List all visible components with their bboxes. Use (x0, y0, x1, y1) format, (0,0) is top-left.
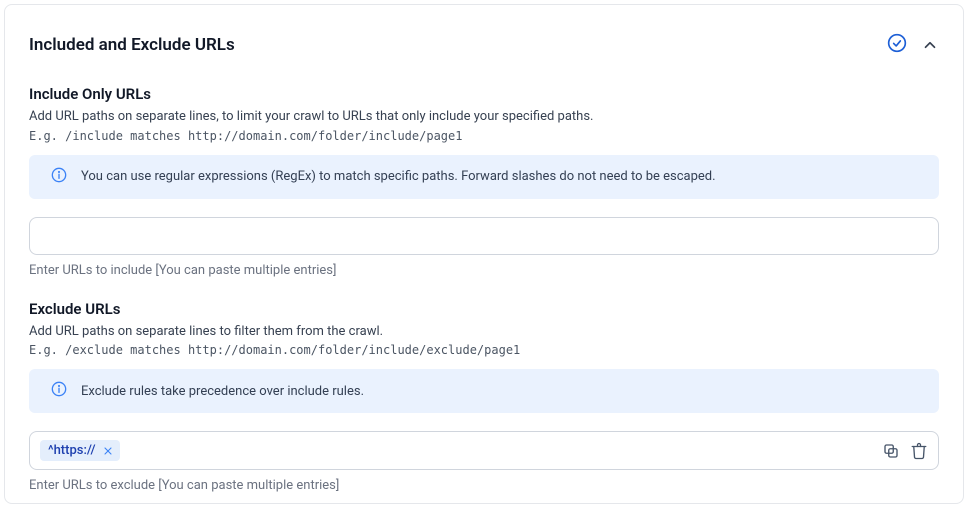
exclude-info-box: Exclude rules take precedence over inclu… (29, 369, 939, 413)
exclude-row-actions (882, 442, 928, 460)
info-icon (51, 167, 67, 187)
exclude-info-text: Exclude rules take precedence over inclu… (81, 384, 364, 399)
chip-label: ^https:// (48, 443, 96, 458)
exclude-section: Exclude URLs Add URL paths on separate l… (29, 300, 939, 494)
exclude-input[interactable] (128, 443, 874, 458)
delete-button[interactable] (910, 442, 928, 460)
include-info-box: You can use regular expressions (RegEx) … (29, 155, 939, 199)
include-info-text: You can use regular expressions (RegEx) … (81, 169, 716, 184)
panel-header: Included and Exclude URLs (29, 33, 939, 57)
exclude-input-row[interactable]: ^https:// (29, 431, 939, 470)
exclude-desc: Add URL paths on separate lines to filte… (29, 322, 939, 342)
exclude-chip[interactable]: ^https:// (40, 440, 120, 461)
include-title: Include Only URLs (29, 85, 939, 103)
exclude-helper: Enter URLs to exclude [You can paste mul… (29, 478, 939, 493)
include-helper: Enter URLs to include [You can paste mul… (29, 263, 939, 278)
collapse-toggle[interactable] (921, 36, 939, 54)
include-input[interactable] (40, 228, 928, 243)
include-desc: Add URL paths on separate lines, to limi… (29, 107, 939, 127)
include-input-row[interactable] (29, 217, 939, 255)
include-section: Include Only URLs Add URL paths on separ… (29, 85, 939, 278)
chip-remove-icon[interactable] (102, 445, 114, 457)
url-filter-panel: Included and Exclude URLs Include Only U… (4, 4, 964, 504)
panel-header-actions (887, 33, 939, 57)
exclude-title: Exclude URLs (29, 300, 939, 318)
info-icon (51, 381, 67, 401)
include-example: E.g. /include matches http://domain.com/… (29, 129, 939, 143)
panel-title: Included and Exclude URLs (29, 35, 235, 55)
exclude-example: E.g. /exclude matches http://domain.com/… (29, 343, 939, 357)
copy-button[interactable] (882, 442, 900, 460)
check-circle-icon (887, 33, 907, 57)
